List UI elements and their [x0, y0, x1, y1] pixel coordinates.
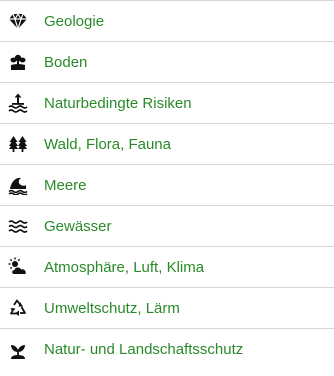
trees-icon [6, 132, 30, 156]
nature-protection-icon [6, 338, 30, 362]
menu-item-label: Geologie [44, 12, 105, 30]
topic-menu: Geologie Boden Naturbedingte Risiken Wal… [0, 0, 334, 370]
menu-item-label: Atmosphäre, Luft, Klima [44, 258, 205, 276]
menu-item-naturbedingte-risiken[interactable]: Naturbedingte Risiken [0, 83, 334, 124]
menu-item-atmosphaere-luft-klima[interactable]: Atmosphäre, Luft, Klima [0, 247, 334, 288]
menu-item-label: Wald, Flora, Fauna [44, 135, 171, 153]
menu-item-label: Naturbedingte Risiken [44, 94, 192, 112]
menu-item-label: Meere [44, 176, 87, 194]
weather-icon [6, 255, 30, 279]
menu-item-label: Gewässer [44, 217, 112, 235]
menu-item-umweltschutz-laerm[interactable]: Umweltschutz, Lärm [0, 288, 334, 329]
menu-item-label: Natur- und Landschaftsschutz [44, 341, 244, 358]
menu-item-boden[interactable]: Boden [0, 42, 334, 83]
wave-icon [6, 173, 30, 197]
menu-item-gewaesser[interactable]: Gewässer [0, 206, 334, 247]
menu-item-geologie[interactable]: Geologie [0, 1, 334, 42]
menu-item-meere[interactable]: Meere [0, 165, 334, 206]
menu-item-label: Boden [44, 53, 88, 71]
menu-item-wald-flora-fauna[interactable]: Wald, Flora, Fauna [0, 124, 334, 165]
flood-risk-icon [6, 91, 30, 115]
menu-item-label: Umweltschutz, Lärm [44, 299, 180, 317]
gem-icon [6, 9, 30, 33]
water-icon [6, 214, 30, 238]
recycle-icon [6, 296, 30, 320]
menu-item-natur-und-landschaftsschutz[interactable]: Natur- und Landschaftsschutz [0, 329, 334, 370]
plant-sprout-icon [6, 50, 30, 74]
